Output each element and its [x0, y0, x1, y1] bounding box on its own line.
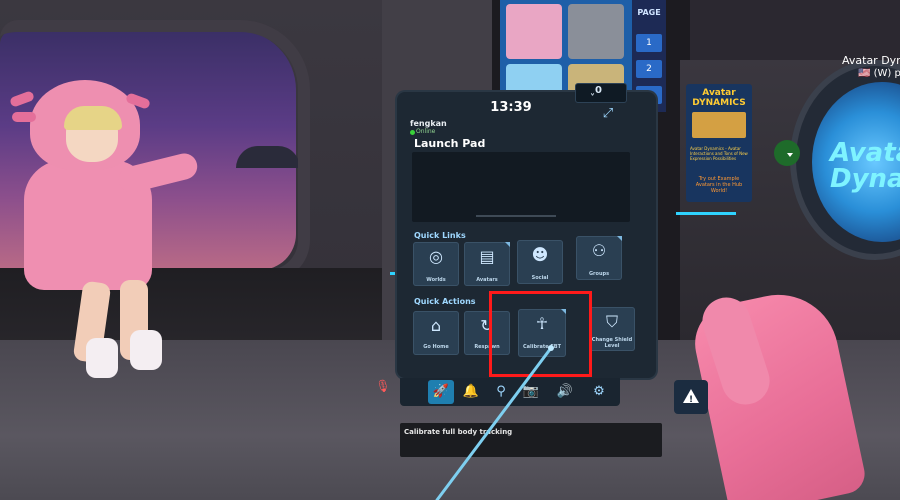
- rocket-icon: 🚀: [432, 384, 450, 399]
- audio-tab[interactable]: 🔊: [552, 380, 578, 404]
- location-tab[interactable]: ⚲: [488, 380, 514, 404]
- user-status: Online: [416, 128, 436, 135]
- groups-label: Groups: [588, 271, 610, 277]
- corner-marker: [617, 236, 622, 241]
- speaker-icon: 🔊: [556, 384, 574, 399]
- shield-icon: ⛉: [605, 312, 618, 331]
- social-button[interactable]: ☻ Social: [517, 240, 563, 284]
- expand-icon: ⤢: [602, 106, 614, 121]
- vr-scene: PAGE 1 2 3 Avatar DYNAMICS Avatar Dynami…: [0, 0, 900, 500]
- camera-tab[interactable]: 📷: [518, 380, 544, 404]
- user-name[interactable]: fengkan: [410, 119, 447, 128]
- social-label: Social: [531, 275, 549, 281]
- settings-tab[interactable]: ⚙: [586, 380, 612, 404]
- change-shield-level-button[interactable]: ⛉ Change Shield Level: [589, 307, 635, 351]
- gear-icon: ⚙: [593, 384, 605, 399]
- bell-icon: 🔔: [462, 384, 480, 399]
- launch-pad-feed[interactable]: [412, 152, 630, 222]
- groups-button[interactable]: ⚇ Groups: [576, 236, 622, 280]
- go-home-label: Go Home: [423, 344, 449, 350]
- avatar-hair: [64, 106, 122, 130]
- portal-graphic-text: Avatar Dynam: [830, 138, 900, 194]
- online-status-icon: [410, 130, 415, 135]
- poster-footer: Try out Example Avatars in the Hub World…: [695, 176, 743, 194]
- mic-muted-button[interactable]: 🎙: [374, 379, 392, 397]
- quick-actions-label: Quick Actions: [414, 297, 476, 306]
- warning-icon-mark: !: [689, 395, 694, 405]
- go-home-button[interactable]: ⌂ Go Home: [413, 311, 459, 355]
- change-shield-level-label: Change Shield Level: [591, 337, 633, 349]
- home-icon: ⌂: [430, 316, 442, 335]
- vr-mode-label: ˬ0: [590, 85, 602, 96]
- avatar-sock: [86, 338, 118, 378]
- launchpad-tab[interactable]: 🚀: [428, 380, 454, 404]
- notifications-tab[interactable]: 🔔: [458, 380, 484, 404]
- worlds-button[interactable]: ◎ Worlds: [413, 242, 459, 286]
- tooltip-text: Calibrate full body tracking: [404, 428, 513, 436]
- camera-icon: 📷: [522, 384, 540, 399]
- cursor-icon: [787, 153, 793, 157]
- pin-icon: ⚲: [496, 384, 506, 399]
- page-button-2[interactable]: 2: [636, 60, 662, 78]
- light-strip: [676, 212, 736, 215]
- feed-scroll-indicator[interactable]: [476, 215, 556, 217]
- globe-icon: ◎: [429, 247, 443, 266]
- avatars-button[interactable]: ▤ Avatars: [464, 242, 510, 286]
- poster-body: Avatar Dynamics - Avatar Interactions an…: [690, 146, 748, 161]
- avatar-sock: [130, 330, 162, 370]
- corner-marker: [505, 242, 510, 247]
- avatars-label: Avatars: [476, 277, 498, 283]
- avatar[interactable]: [72, 10, 92, 11]
- world-thumbnail[interactable]: [568, 4, 624, 59]
- launch-pad-title: Launch Pad: [414, 137, 486, 150]
- page-button-1[interactable]: 1: [636, 34, 662, 52]
- portal-name: Avatar Dyna: [842, 54, 900, 67]
- expand-button[interactable]: ⤢: [598, 106, 618, 124]
- poster-image: [692, 112, 746, 138]
- poster-title: Avatar DYNAMICS: [692, 88, 746, 108]
- people-icon: ☻: [531, 245, 549, 264]
- mic-muted-icon: 🎙: [375, 379, 391, 393]
- avatar-dynamics-poster: Avatar DYNAMICS Avatar Dynamics - Avatar…: [686, 84, 752, 202]
- groups-icon: ⚇: [591, 241, 607, 260]
- clock: 13:39: [490, 100, 532, 115]
- page-label: PAGE: [637, 8, 661, 17]
- world-thumbnail[interactable]: [506, 4, 562, 59]
- worlds-label: Worlds: [426, 277, 446, 283]
- avatar-gill: [12, 112, 36, 122]
- portal-author: 🇺🇸 (W) p: [858, 68, 900, 79]
- quick-links-label: Quick Links: [414, 231, 466, 240]
- highlight-box: [489, 291, 592, 377]
- avatar-card-icon: ▤: [479, 247, 495, 266]
